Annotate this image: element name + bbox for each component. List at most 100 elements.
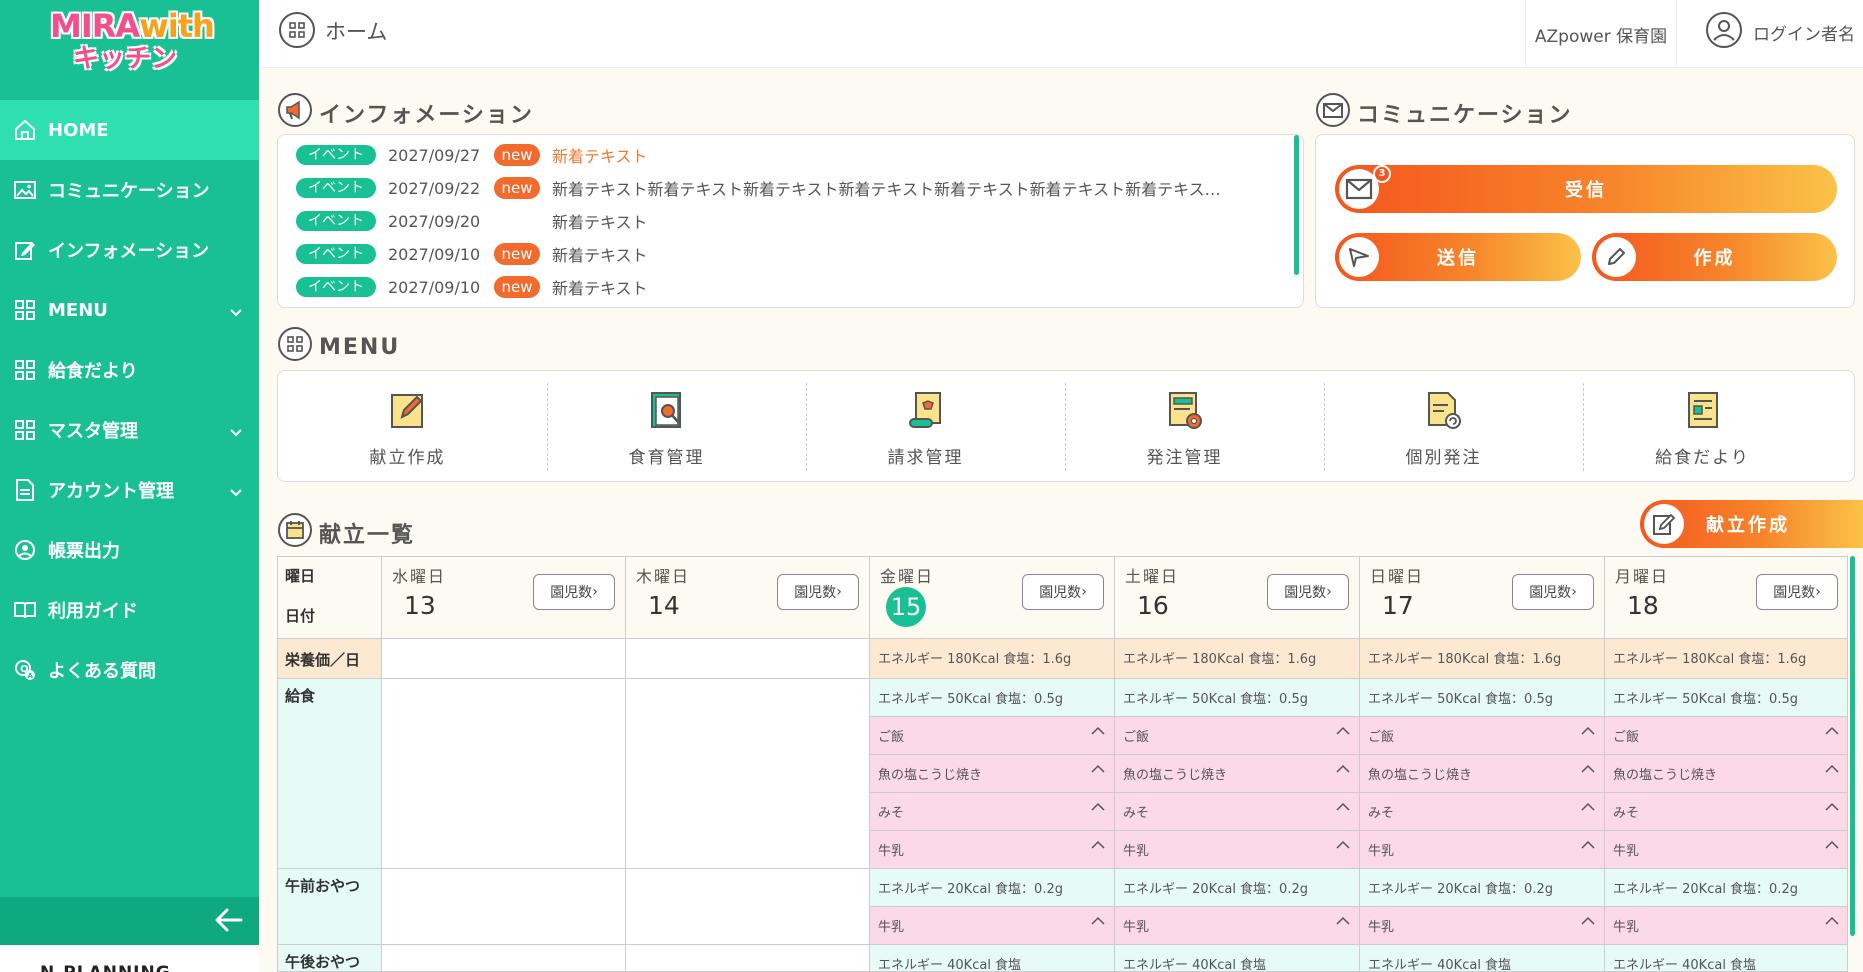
info-row[interactable]: イベント 2027/09/10 new 新着テキスト — [296, 274, 648, 300]
table-scrollbar[interactable] — [1850, 556, 1855, 936]
dish-cell[interactable]: みそ — [870, 793, 1115, 831]
send-button[interactable]: 送信 — [1335, 233, 1581, 281]
dish-cell[interactable]: 牛乳 — [1360, 831, 1605, 869]
dish-cell[interactable]: 魚の塩こうじ焼き — [1115, 755, 1360, 793]
sidebar-item-newsletter[interactable]: 給食だより — [0, 340, 259, 400]
chevron-up-icon[interactable] — [1090, 725, 1106, 740]
dish-cell[interactable]: 魚の塩こうじ焼き — [1605, 755, 1847, 793]
menu-heading: MENU — [277, 326, 400, 368]
menu-item-billing[interactable]: 請求管理 — [796, 371, 1055, 481]
info-row[interactable]: イベント 2027/09/10 new 新着テキスト — [296, 241, 648, 267]
chevron-up-icon[interactable] — [1824, 801, 1840, 816]
kids-count-button[interactable]: 園児数 › — [1756, 574, 1838, 610]
dish-name: 魚の塩こうじ焼き — [1368, 768, 1473, 783]
dish-cell[interactable]: みそ — [1605, 793, 1847, 831]
day-header: 月曜日 18 園児数 › — [1605, 557, 1847, 639]
chevron-up-icon[interactable] — [1580, 763, 1596, 778]
day-header: 土曜日 16 園児数 › — [1115, 557, 1360, 639]
compose-button[interactable]: 作成 — [1592, 233, 1837, 281]
info-row[interactable]: イベント 2027/09/20 新着テキスト — [296, 208, 648, 234]
kids-count-button[interactable]: 園児数 › — [1267, 574, 1349, 610]
chevron-up-icon[interactable] — [1824, 763, 1840, 778]
chevron-up-icon[interactable] — [1580, 915, 1596, 930]
chevron-up-icon[interactable] — [1090, 801, 1106, 816]
empty-cell — [626, 639, 870, 679]
menu-title: MENU — [319, 334, 401, 360]
dish-cell[interactable]: みそ — [1360, 793, 1605, 831]
sidebar-item-communication[interactable]: コミュニケーション — [0, 160, 259, 220]
chevron-up-icon[interactable] — [1335, 839, 1351, 854]
kids-count-label: 園児数 — [1039, 585, 1082, 601]
menu-item-order[interactable]: 発注管理 — [1055, 371, 1314, 481]
chevron-up-icon[interactable] — [1335, 763, 1351, 778]
sidebar-item-reports[interactable]: 帳票出力 — [0, 520, 259, 580]
info-text: 新着テキスト — [552, 147, 648, 166]
dish-cell[interactable]: ご飯 — [1360, 717, 1605, 755]
chevron-up-icon[interactable] — [1824, 725, 1840, 740]
dish-cell[interactable]: 牛乳 — [1605, 907, 1847, 945]
chevron-up-icon[interactable] — [1824, 915, 1840, 930]
chevron-down-icon — [229, 482, 243, 503]
day-number: 16 — [1137, 591, 1169, 620]
dish-name: 牛乳 — [878, 920, 905, 935]
chevron-right-icon: › — [592, 584, 598, 600]
sidebar-item-faq[interactable]: QA よくある質問 — [0, 640, 259, 700]
menu-item-create[interactable]: 献立作成 — [278, 371, 537, 481]
kids-count-button[interactable]: 園児数 › — [777, 574, 859, 610]
dish-cell[interactable]: 牛乳 — [870, 831, 1115, 869]
user-menu[interactable]: ログイン者名 — [1705, 11, 1855, 54]
sidebar-item-information[interactable]: インフォメーション — [0, 220, 259, 280]
dish-cell[interactable]: みそ — [1115, 793, 1360, 831]
nutrition-cell: エネルギー 180Kcal 食塩：1.6g — [1360, 639, 1605, 679]
collapse-sidebar-icon[interactable] — [213, 905, 245, 939]
kids-count-button[interactable]: 園児数 › — [1512, 574, 1594, 610]
menu-item-individual-order[interactable]: 個別発注 — [1314, 371, 1573, 481]
sidebar-item-menu[interactable]: MENU — [0, 280, 259, 340]
chevron-up-icon[interactable] — [1335, 915, 1351, 930]
create-menu-button[interactable]: 献立作成 — [1640, 500, 1863, 548]
dish-cell[interactable]: 牛乳 — [1115, 831, 1360, 869]
dish-name: 牛乳 — [1613, 920, 1640, 935]
dish-cell[interactable]: ご飯 — [1605, 717, 1847, 755]
order-icon — [1165, 389, 1205, 435]
menu-item-label: 献立作成 — [369, 448, 446, 468]
app-logo[interactable]: MIRAwith キッチン — [50, 8, 215, 78]
menu-item-newsletter[interactable]: 給食だより — [1573, 371, 1832, 481]
kids-count-button[interactable]: 園児数 › — [1022, 574, 1104, 610]
user-name: ログイン者名 — [1753, 25, 1855, 45]
chevron-up-icon[interactable] — [1090, 915, 1106, 930]
dish-cell[interactable]: ご飯 — [1115, 717, 1360, 755]
chevron-up-icon[interactable] — [1580, 801, 1596, 816]
receive-button[interactable]: 3 受信 — [1335, 165, 1837, 213]
chevron-up-icon[interactable] — [1090, 839, 1106, 854]
chevron-up-icon[interactable] — [1090, 763, 1106, 778]
info-row[interactable]: イベント 2027/09/22 new 新着テキスト新着テキスト新着テキスト新着… — [296, 175, 1221, 201]
kids-count-button[interactable]: 園児数 › — [533, 574, 615, 610]
dish-cell[interactable]: 牛乳 — [1360, 907, 1605, 945]
dish-cell[interactable]: 牛乳 — [1605, 831, 1847, 869]
info-scrollbar[interactable] — [1294, 135, 1299, 275]
grid-icon — [277, 326, 319, 368]
day-number-today: 15 — [886, 587, 926, 627]
sidebar-item-home[interactable]: HOME — [0, 100, 259, 160]
info-row[interactable]: イベント 2027/09/27 new 新着テキスト — [296, 142, 648, 168]
chevron-up-icon[interactable] — [1580, 725, 1596, 740]
edit-icon — [1644, 504, 1684, 544]
dish-name: 牛乳 — [1123, 920, 1150, 935]
chevron-up-icon[interactable] — [1335, 725, 1351, 740]
menu-item-food-education[interactable]: 食育管理 — [537, 371, 796, 481]
dish-name: みそ — [1368, 806, 1395, 821]
sidebar-item-account[interactable]: アカウント管理 — [0, 460, 259, 520]
chevron-up-icon[interactable] — [1824, 839, 1840, 854]
dish-cell[interactable]: 魚の塩こうじ焼き — [870, 755, 1115, 793]
dish-cell[interactable]: ご飯 — [870, 717, 1115, 755]
event-tag: イベント — [296, 211, 376, 231]
dish-cell[interactable]: 魚の塩こうじ焼き — [1360, 755, 1605, 793]
chevron-up-icon[interactable] — [1335, 801, 1351, 816]
dish-cell[interactable]: 牛乳 — [870, 907, 1115, 945]
sidebar-item-master[interactable]: マスタ管理 — [0, 400, 259, 460]
organization-name[interactable]: AZpower 保育園 — [1525, 0, 1677, 68]
chevron-up-icon[interactable] — [1580, 839, 1596, 854]
sidebar-item-guide[interactable]: 利用ガイド — [0, 580, 259, 640]
dish-cell[interactable]: 牛乳 — [1115, 907, 1360, 945]
